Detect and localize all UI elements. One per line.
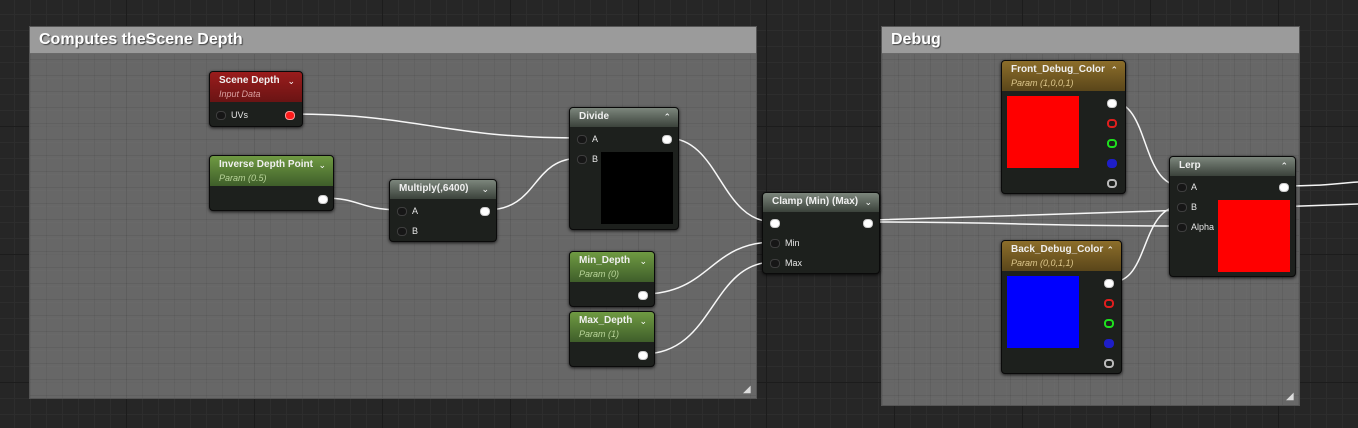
node-title: Inverse Depth Point [219, 159, 313, 170]
node-subtitle: Param (1) [579, 329, 620, 339]
pin-r-output[interactable] [1104, 299, 1114, 308]
node-subtitle: Param (0,0,1,1) [1011, 258, 1074, 268]
node-lerp[interactable]: Lerp ⌃ A B Alpha [1169, 156, 1296, 277]
wire-multiply-to-divide-b [485, 157, 582, 211]
node-title: Front_Debug_Color [1011, 64, 1105, 75]
wire-layer [291, 101, 1358, 355]
wire-uvs-to-divide-a [291, 113, 582, 139]
color-preview [1007, 96, 1079, 168]
pin-uvs-input[interactable] [216, 111, 226, 120]
node-divide[interactable]: Divide ⌃ A B [569, 107, 679, 230]
color-preview [1007, 276, 1079, 348]
chevron-up-icon[interactable]: ⌃ [1110, 66, 1118, 75]
pin-output[interactable] [638, 351, 648, 360]
node-header[interactable]: Front_Debug_Color Param (1,0,0,1) ⌃ [1002, 61, 1125, 91]
pin-a-input[interactable] [397, 207, 407, 216]
wire-divide-to-clamp [666, 137, 775, 223]
node-title: Min_Depth [579, 255, 631, 266]
chevron-up-icon[interactable]: ⌃ [1280, 162, 1288, 171]
node-scene-depth[interactable]: Scene Depth Input Data ⌄ UVs [209, 71, 303, 127]
pin-input[interactable] [770, 219, 780, 228]
pin-label-a: A [412, 206, 419, 216]
node-inverse-depth-point[interactable]: Inverse Depth Point Param (0.5) ⌄ [209, 155, 334, 211]
chevron-down-icon[interactable]: ⌄ [864, 198, 872, 207]
node-subtitle: Param (0) [579, 269, 620, 279]
pin-label-uvs: UVs [231, 110, 249, 120]
pin-a-input[interactable] [1177, 183, 1187, 192]
pin-rgb-output[interactable] [1107, 99, 1117, 108]
pin-label-b: B [1191, 202, 1198, 212]
node-clamp[interactable]: Clamp (Min) (Max) ⌄ Min Max [762, 192, 880, 274]
node-title: Multiply(,6400) [399, 183, 469, 194]
pin-b-input[interactable] [577, 155, 587, 164]
pin-a-input[interactable] [577, 135, 587, 144]
chevron-down-icon[interactable]: ⌄ [481, 185, 489, 194]
node-preview [601, 152, 673, 224]
node-title: Lerp [1179, 160, 1201, 171]
node-header[interactable]: Min_Depth Param (0) ⌄ [570, 252, 654, 282]
pin-output[interactable] [863, 219, 873, 228]
pin-max-input[interactable] [770, 259, 780, 268]
node-header[interactable]: Inverse Depth Point Param (0.5) ⌄ [210, 156, 333, 186]
pin-output[interactable] [662, 135, 672, 144]
node-header[interactable]: Divide ⌃ [570, 108, 678, 127]
pin-rgb-output[interactable] [1104, 279, 1114, 288]
color-preview [1218, 200, 1290, 272]
pin-label-b: B [592, 154, 599, 164]
pin-a-output[interactable] [1107, 179, 1117, 188]
node-max-depth[interactable]: Max_Depth Param (1) ⌄ [569, 311, 655, 367]
wire-max-to-clamp-max [642, 261, 775, 355]
pin-g-output[interactable] [1104, 319, 1114, 328]
pin-label-alpha: Alpha [1191, 222, 1215, 232]
pin-b-input[interactable] [1177, 203, 1187, 212]
node-header[interactable]: Back_Debug_Color Param (0,0,1,1) ⌃ [1002, 241, 1121, 271]
node-front-debug-color[interactable]: Front_Debug_Color Param (1,0,0,1) ⌃ [1001, 60, 1126, 194]
pin-b-output[interactable] [1104, 339, 1114, 348]
pin-label-a: A [1191, 182, 1198, 192]
chevron-up-icon[interactable]: ⌃ [1106, 246, 1114, 255]
pin-label-min: Min [785, 238, 800, 248]
pin-a-output[interactable] [1104, 359, 1114, 368]
node-min-depth[interactable]: Min_Depth Param (0) ⌄ [569, 251, 655, 307]
chevron-down-icon[interactable]: ⌄ [318, 161, 326, 170]
pin-alpha-input[interactable] [1177, 223, 1187, 232]
node-title: Max_Depth [579, 315, 633, 326]
chevron-down-icon[interactable]: ⌄ [287, 77, 295, 86]
node-multiply[interactable]: Multiply(,6400) ⌄ A B [389, 179, 497, 242]
pin-output[interactable] [318, 195, 328, 204]
pin-output[interactable] [638, 291, 648, 300]
pin-b-output[interactable] [1107, 159, 1117, 168]
node-title: Back_Debug_Color [1011, 244, 1104, 255]
node-subtitle: Param (0.5) [219, 173, 267, 183]
chevron-down-icon[interactable]: ⌄ [639, 317, 647, 326]
pin-r-output[interactable] [1107, 119, 1117, 128]
node-back-debug-color[interactable]: Back_Debug_Color Param (0,0,1,1) ⌃ [1001, 240, 1122, 374]
pin-uvs-output[interactable] [285, 111, 295, 120]
chevron-down-icon[interactable]: ⌄ [639, 257, 647, 266]
node-header[interactable]: Max_Depth Param (1) ⌄ [570, 312, 654, 342]
pin-g-output[interactable] [1107, 139, 1117, 148]
node-header[interactable]: Multiply(,6400) ⌄ [390, 180, 496, 199]
pin-min-input[interactable] [770, 239, 780, 248]
node-subtitle: Input Data [219, 89, 261, 99]
node-header[interactable]: Scene Depth Input Data ⌄ [210, 72, 302, 102]
node-title: Divide [579, 111, 610, 122]
pin-output[interactable] [480, 207, 490, 216]
node-title: Scene Depth [219, 75, 280, 86]
chevron-up-icon[interactable]: ⌃ [663, 113, 671, 122]
wire-clamp-to-lerp-alpha [867, 221, 1183, 227]
pin-label-max: Max [785, 258, 803, 268]
node-title: Clamp (Min) (Max) [772, 196, 859, 207]
wire-min-to-clamp-min [642, 241, 775, 295]
node-header[interactable]: Clamp (Min) (Max) ⌄ [763, 193, 879, 212]
pin-label-b: B [412, 226, 419, 236]
pin-label-a: A [592, 134, 599, 144]
pin-output[interactable] [1279, 183, 1289, 192]
node-header[interactable]: Lerp ⌃ [1170, 157, 1295, 176]
node-subtitle: Param (1,0,0,1) [1011, 78, 1074, 88]
pin-b-input[interactable] [397, 227, 407, 236]
